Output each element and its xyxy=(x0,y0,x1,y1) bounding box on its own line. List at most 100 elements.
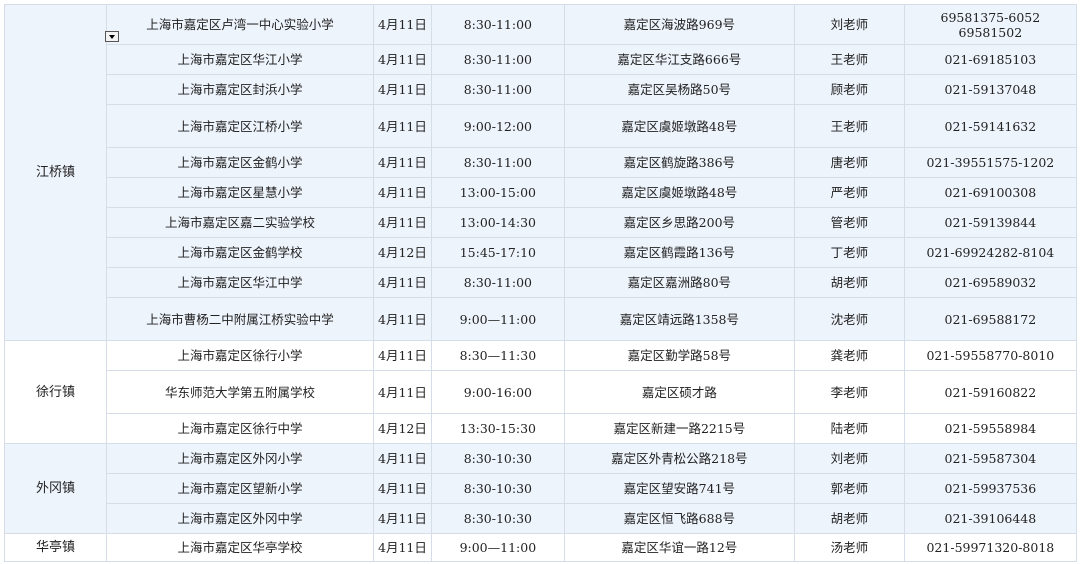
time-cell[interactable]: 8:30-11:00 xyxy=(430,267,565,298)
school-cell[interactable]: 上海市嘉定区外冈小学 xyxy=(106,443,374,474)
school-cell[interactable]: 上海市嘉定区外冈中学 xyxy=(106,503,374,534)
phone-cell[interactable]: 021-59587304 xyxy=(903,443,1077,474)
phone-cell[interactable]: 021-39106448 xyxy=(903,503,1077,534)
time-cell[interactable]: 13:30-15:30 xyxy=(430,413,565,444)
date-cell[interactable]: 4月11日 xyxy=(373,177,432,208)
contact-cell[interactable]: 沈老师 xyxy=(793,297,905,341)
time-cell[interactable]: 8:30-11:00 xyxy=(430,4,565,45)
contact-cell[interactable]: 刘老师 xyxy=(793,443,905,474)
contact-cell[interactable]: 王老师 xyxy=(793,104,905,148)
phone-cell[interactable]: 021-59558984 xyxy=(903,413,1077,444)
date-cell[interactable]: 4月11日 xyxy=(373,370,432,414)
address-cell[interactable]: 嘉定区外青松公路218号 xyxy=(563,443,795,474)
town-cell[interactable]: 江桥镇 xyxy=(4,4,107,341)
address-cell[interactable]: 嘉定区嘉洲路80号 xyxy=(563,267,795,298)
date-cell[interactable]: 4月11日 xyxy=(373,74,432,105)
address-cell[interactable]: 嘉定区华谊一路12号 xyxy=(563,533,795,562)
school-cell[interactable]: 上海市嘉定区卢湾一中心实验小学 xyxy=(106,4,374,45)
contact-cell[interactable]: 丁老师 xyxy=(793,237,905,268)
address-cell[interactable]: 嘉定区勤学路58号 xyxy=(563,340,795,371)
contact-cell[interactable]: 胡老师 xyxy=(793,503,905,534)
school-cell[interactable]: 上海市嘉定区华江小学 xyxy=(106,44,374,75)
contact-cell[interactable]: 唐老师 xyxy=(793,147,905,178)
time-cell[interactable]: 9:00-12:00 xyxy=(430,104,565,148)
address-cell[interactable]: 嘉定区新建一路2215号 xyxy=(563,413,795,444)
time-cell[interactable]: 8:30—11:30 xyxy=(430,340,565,371)
time-cell[interactable]: 15:45-17:10 xyxy=(430,237,565,268)
phone-cell[interactable]: 021-59971320-8018 xyxy=(903,533,1077,562)
phone-cell[interactable]: 021-69100308 xyxy=(903,177,1077,208)
school-cell[interactable]: 华东师范大学第五附属学校 xyxy=(106,370,374,414)
address-cell[interactable]: 嘉定区靖远路1358号 xyxy=(563,297,795,341)
phone-cell[interactable]: 021-69185103 xyxy=(903,44,1077,75)
contact-cell[interactable]: 龚老师 xyxy=(793,340,905,371)
address-cell[interactable]: 嘉定区乡思路200号 xyxy=(563,207,795,238)
town-cell[interactable]: 徐行镇 xyxy=(4,340,107,444)
phone-cell[interactable]: 69581375-6052 69581502 xyxy=(903,4,1077,45)
time-cell[interactable]: 9:00—11:00 xyxy=(430,297,565,341)
school-cell[interactable]: 上海市嘉定区望新小学 xyxy=(106,473,374,504)
time-cell[interactable]: 8:30-11:00 xyxy=(430,44,565,75)
school-cell[interactable]: 上海市嘉定区金鹤学校 xyxy=(106,237,374,268)
phone-cell[interactable]: 021-69589032 xyxy=(903,267,1077,298)
phone-cell[interactable]: 021-59160822 xyxy=(903,370,1077,414)
contact-cell[interactable]: 李老师 xyxy=(793,370,905,414)
date-cell[interactable]: 4月11日 xyxy=(373,473,432,504)
date-cell[interactable]: 4月11日 xyxy=(373,340,432,371)
date-cell[interactable]: 4月11日 xyxy=(373,4,432,45)
address-cell[interactable]: 嘉定区望安路741号 xyxy=(563,473,795,504)
contact-cell[interactable]: 顾老师 xyxy=(793,74,905,105)
address-cell[interactable]: 嘉定区虞姬墩路48号 xyxy=(563,104,795,148)
school-cell[interactable]: 上海市嘉定区徐行小学 xyxy=(106,340,374,371)
school-cell[interactable]: 上海市嘉定区江桥小学 xyxy=(106,104,374,148)
school-cell[interactable]: 上海市曹杨二中附属江桥实验中学 xyxy=(106,297,374,341)
phone-cell[interactable]: 021-59139844 xyxy=(903,207,1077,238)
date-cell[interactable]: 4月11日 xyxy=(373,267,432,298)
school-cell[interactable]: 上海市嘉定区徐行中学 xyxy=(106,413,374,444)
contact-cell[interactable]: 郭老师 xyxy=(793,473,905,504)
date-cell[interactable]: 4月11日 xyxy=(373,44,432,75)
time-cell[interactable]: 13:00-15:00 xyxy=(430,177,565,208)
time-cell[interactable]: 13:00-14:30 xyxy=(430,207,565,238)
date-cell[interactable]: 4月11日 xyxy=(373,297,432,341)
contact-cell[interactable]: 严老师 xyxy=(793,177,905,208)
time-cell[interactable]: 8:30-11:00 xyxy=(430,74,565,105)
phone-cell[interactable]: 021-59558770-8010 xyxy=(903,340,1077,371)
school-cell[interactable]: 上海市嘉定区星慧小学 xyxy=(106,177,374,208)
school-cell[interactable]: 上海市嘉定区嘉二实验学校 xyxy=(106,207,374,238)
time-cell[interactable]: 8:30-11:00 xyxy=(430,147,565,178)
time-cell[interactable]: 8:30-10:30 xyxy=(430,443,565,474)
date-cell[interactable]: 4月11日 xyxy=(373,533,432,562)
time-cell[interactable]: 9:00—11:00 xyxy=(430,533,565,562)
contact-cell[interactable]: 刘老师 xyxy=(793,4,905,45)
address-cell[interactable]: 嘉定区鹤旋路386号 xyxy=(563,147,795,178)
date-cell[interactable]: 4月11日 xyxy=(373,443,432,474)
date-cell[interactable]: 4月12日 xyxy=(373,237,432,268)
address-cell[interactable]: 嘉定区恒飞路688号 xyxy=(563,503,795,534)
phone-cell[interactable]: 021-59937536 xyxy=(903,473,1077,504)
date-cell[interactable]: 4月11日 xyxy=(373,104,432,148)
address-cell[interactable]: 嘉定区虞姬墩路48号 xyxy=(563,177,795,208)
contact-cell[interactable]: 陆老师 xyxy=(793,413,905,444)
phone-cell[interactable]: 021-59141632 xyxy=(903,104,1077,148)
phone-cell[interactable]: 021-59137048 xyxy=(903,74,1077,105)
school-cell[interactable]: 上海市嘉定区封浜小学 xyxy=(106,74,374,105)
school-cell[interactable]: 上海市嘉定区金鹤小学 xyxy=(106,147,374,178)
date-cell[interactable]: 4月12日 xyxy=(373,413,432,444)
date-cell[interactable]: 4月11日 xyxy=(373,147,432,178)
address-cell[interactable]: 嘉定区硕才路 xyxy=(563,370,795,414)
address-cell[interactable]: 嘉定区海波路969号 xyxy=(563,4,795,45)
school-cell[interactable]: 上海市嘉定区华江中学 xyxy=(106,267,374,298)
town-cell[interactable]: 华亭镇 xyxy=(4,533,107,562)
contact-cell[interactable]: 汤老师 xyxy=(793,533,905,562)
address-cell[interactable]: 嘉定区吴杨路50号 xyxy=(563,74,795,105)
date-cell[interactable]: 4月11日 xyxy=(373,503,432,534)
time-cell[interactable]: 8:30-10:30 xyxy=(430,473,565,504)
town-cell[interactable]: 外冈镇 xyxy=(4,443,107,534)
contact-cell[interactable]: 管老师 xyxy=(793,207,905,238)
address-cell[interactable]: 嘉定区鹤霞路136号 xyxy=(563,237,795,268)
school-cell[interactable]: 上海市嘉定区华亭学校 xyxy=(106,533,374,562)
contact-cell[interactable]: 王老师 xyxy=(793,44,905,75)
phone-cell[interactable]: 021-39551575-1202 xyxy=(903,147,1077,178)
address-cell[interactable]: 嘉定区华江支路666号 xyxy=(563,44,795,75)
